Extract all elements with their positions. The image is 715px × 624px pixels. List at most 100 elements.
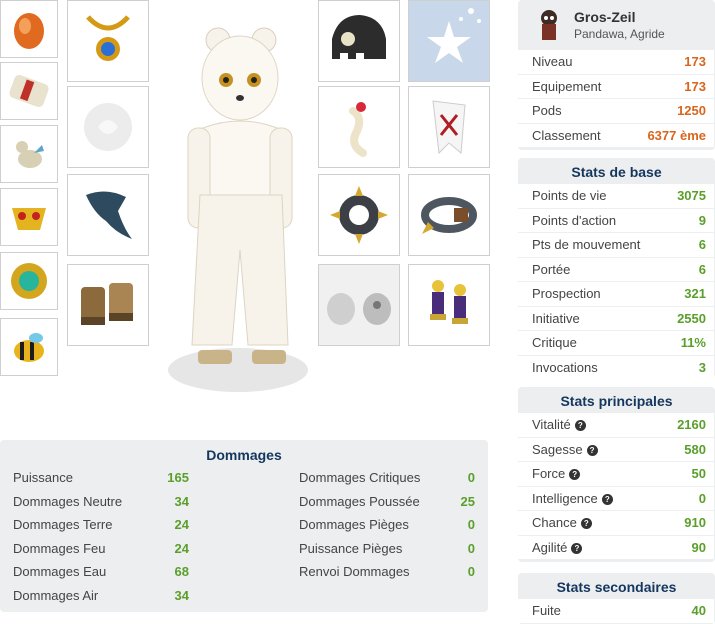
- damage-value: 68: [174, 564, 189, 580]
- stat-label: Initiative: [532, 310, 580, 326]
- stat-value: 3075: [677, 188, 706, 204]
- slot-amulet[interactable]: [67, 0, 149, 82]
- damage-row: Dommages Pièges 0: [299, 513, 475, 537]
- slot-sword[interactable]: [318, 86, 400, 168]
- slot-gem-ring[interactable]: [0, 252, 58, 310]
- damage-label: Dommages Air: [13, 587, 99, 603]
- stat-row: Points de vie 3075: [518, 184, 714, 208]
- help-icon[interactable]: ?: [586, 444, 598, 456]
- damage-label: Dommages Pièges: [299, 517, 409, 533]
- stat-label: Points d'action: [532, 212, 617, 228]
- stat-row: Invocations 3: [518, 355, 714, 379]
- slot-shield-empty[interactable]: [67, 86, 149, 168]
- companion-icon: [430, 280, 468, 324]
- slot-pet[interactable]: [0, 125, 58, 183]
- main-stats-panel: Stats principales Vitalité? 2160 Sagesse?…: [518, 387, 715, 562]
- help-icon[interactable]: ?: [601, 493, 613, 505]
- stat-label: Pts de mouvement: [532, 237, 641, 253]
- slot-bee[interactable]: [0, 318, 58, 376]
- amber-egg-icon: [14, 13, 44, 49]
- pet-creature-icon: [16, 141, 44, 168]
- damage-value: 0: [467, 564, 475, 580]
- star-emblem-icon: [427, 8, 481, 63]
- damage-label: Renvoi Dommages: [299, 564, 410, 580]
- bee-icon: [14, 333, 44, 362]
- beast-hat-icon: [332, 15, 386, 63]
- slot-boots[interactable]: [67, 264, 149, 346]
- damage-value: 165: [167, 470, 189, 486]
- stat-value: 11%: [680, 335, 706, 351]
- stat-value: 173: [684, 54, 706, 70]
- slot-cape[interactable]: [67, 174, 149, 256]
- slot-dofus-grey[interactable]: [318, 264, 400, 346]
- stat-value: 9: [698, 212, 706, 228]
- golden-mask-icon: [12, 208, 46, 230]
- secondary-stats-panel: Stats secondaires Fuite 40: [518, 573, 715, 624]
- stat-row: Force? 50: [518, 462, 714, 486]
- slot-dofus-amber[interactable]: [0, 0, 58, 58]
- spiked-ring-icon: [330, 186, 388, 244]
- stat-label: Vitalité: [532, 417, 571, 433]
- help-icon[interactable]: ?: [571, 542, 583, 554]
- stat-row: Chance? 910: [518, 511, 714, 535]
- stat-row: Niveau 173: [518, 50, 714, 74]
- damage-label: Dommages Critiques: [299, 470, 421, 486]
- damage-row: Dommages Air 34: [13, 584, 189, 608]
- stat-label: Intelligence: [532, 490, 598, 506]
- stat-row: Critique 11%: [518, 331, 714, 355]
- stat-value: 6: [698, 237, 706, 253]
- stat-label: Chance: [532, 515, 577, 531]
- damage-value: 0: [467, 517, 475, 533]
- slot-mask[interactable]: [0, 188, 58, 246]
- stat-row: Fuite 40: [518, 599, 714, 623]
- slot-ring-1[interactable]: [318, 174, 400, 256]
- slot-banner[interactable]: [408, 86, 490, 168]
- help-icon[interactable]: ?: [569, 469, 581, 481]
- stat-value: 1250: [677, 103, 706, 119]
- profile-header: Gros-Zeil Pandawa, Agride: [518, 0, 715, 50]
- damage-value: 24: [174, 540, 189, 556]
- stat-value: 6377 ème: [647, 127, 706, 143]
- damage-label: Dommages Terre: [13, 517, 113, 533]
- stat-value: 6: [698, 261, 706, 277]
- character-name: Gros-Zeil: [574, 9, 636, 25]
- slot-hat[interactable]: [318, 0, 400, 82]
- cape-icon: [86, 191, 132, 239]
- damage-value: 34: [174, 587, 189, 603]
- avatar: [541, 10, 557, 40]
- damage-value: 34: [174, 493, 189, 509]
- slot-emblem[interactable]: [408, 0, 490, 82]
- damage-row: Dommages Eau 68: [13, 560, 189, 584]
- stat-value: 0: [698, 490, 706, 506]
- stat-value: 90: [691, 539, 706, 555]
- banner-icon: [432, 100, 466, 155]
- damage-row: Dommages Neutre 34: [13, 490, 189, 514]
- panel-title: Stats secondaires: [556, 579, 677, 595]
- stat-label: Invocations: [532, 359, 598, 375]
- grey-creature-icon: [327, 293, 391, 325]
- slot-companion[interactable]: [408, 264, 490, 346]
- stat-label: Portée: [532, 261, 571, 277]
- stat-row: Intelligence? 0: [518, 486, 714, 510]
- damage-label: Dommages Eau: [13, 564, 107, 580]
- stat-value: 321: [684, 286, 706, 302]
- damage-row: Renvoi Dommages 0: [299, 560, 475, 584]
- slot-bandage[interactable]: [0, 62, 58, 120]
- stat-label: Classement: [532, 127, 601, 143]
- slot-ring-2[interactable]: [408, 174, 490, 256]
- stat-label: Fuite: [532, 603, 561, 619]
- stat-value: 580: [684, 441, 706, 457]
- help-icon[interactable]: ?: [574, 420, 586, 432]
- damage-label: Dommages Feu: [13, 540, 106, 556]
- stat-row: Vitalité? 2160: [518, 413, 714, 437]
- stat-row: Classement 6377 ème: [518, 123, 714, 147]
- stat-row: Prospection 321: [518, 282, 714, 306]
- damages-right-column: Dommages Critiques 0 Dommages Poussée 25 D…: [299, 466, 475, 607]
- stat-label: Prospection: [532, 286, 601, 302]
- damage-label: Dommages Poussée: [299, 493, 420, 509]
- damage-label: Dommages Neutre: [13, 493, 123, 509]
- gem-dofus-icon: [11, 263, 47, 299]
- stat-label: Pods: [532, 103, 562, 119]
- damage-value: 25: [460, 493, 475, 509]
- help-icon[interactable]: ?: [580, 518, 592, 530]
